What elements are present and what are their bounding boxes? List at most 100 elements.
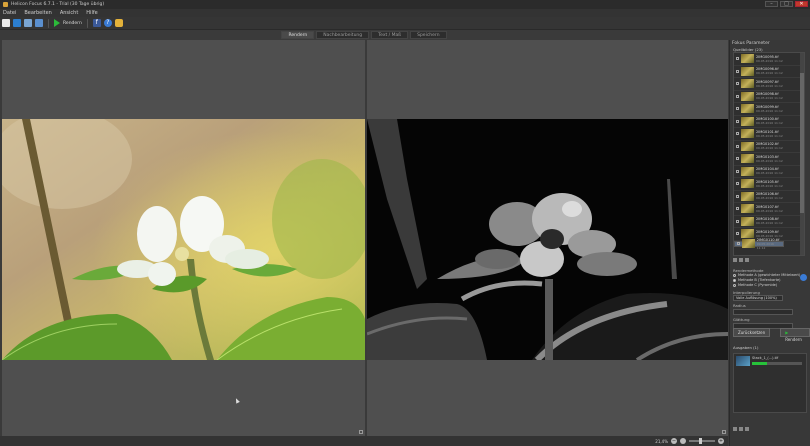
tab-text[interactable]: Text / Maß bbox=[371, 31, 409, 39]
window-title: Helicon Focus 6.7.1 - Trial (30 Tage übr… bbox=[11, 2, 105, 7]
include-checkbox[interactable] bbox=[736, 57, 739, 61]
stack-scroll-thumb[interactable] bbox=[800, 73, 804, 213]
tab-render[interactable]: Rendern bbox=[281, 31, 315, 39]
zoom-slider-knob[interactable] bbox=[699, 438, 702, 444]
stack-list-item[interactable]: 2IMG0100.tif 09.05.2016 11:12 bbox=[734, 116, 804, 128]
tab-postprocessing[interactable]: Nachbearbeitung bbox=[316, 31, 370, 39]
stack-list-item[interactable]: 2IMG0110.tif 09.05.2016 11:12 bbox=[734, 238, 784, 250]
close-button[interactable]: ✕ bbox=[795, 1, 808, 7]
zoom-out-button[interactable]: − bbox=[671, 438, 677, 444]
include-checkbox[interactable] bbox=[736, 107, 739, 111]
layout-icon[interactable] bbox=[24, 19, 32, 27]
status-bar: 21,4% − + bbox=[0, 436, 728, 446]
interpolation-select[interactable]: Volle Auflösung (100%) bbox=[733, 295, 783, 301]
output-item[interactable]: Stack_1_(...).tif bbox=[734, 354, 806, 368]
include-checkbox[interactable] bbox=[736, 144, 739, 148]
include-checkbox[interactable] bbox=[736, 207, 739, 211]
menu-file[interactable]: Datei bbox=[3, 10, 16, 16]
include-checkbox[interactable] bbox=[736, 132, 739, 136]
open-folder-icon[interactable] bbox=[13, 19, 21, 27]
fit-view-icon[interactable] bbox=[359, 430, 363, 434]
include-checkbox[interactable] bbox=[736, 82, 739, 86]
source-image-list[interactable]: 2IMG0095.tif 09.05.2016 11:12 2IMG0096.tif… bbox=[733, 52, 805, 256]
output-filename: Stack_1_(...).tif bbox=[752, 356, 779, 360]
radius-label: Radius bbox=[733, 303, 746, 308]
include-checkbox[interactable] bbox=[736, 232, 739, 236]
help-icon[interactable]: ? bbox=[103, 19, 112, 27]
menu-edit[interactable]: Bearbeiten bbox=[24, 10, 51, 16]
zoom-fit-button[interactable] bbox=[680, 438, 686, 444]
zoom-slider[interactable] bbox=[689, 438, 715, 444]
delete-output-icon[interactable] bbox=[745, 427, 749, 431]
render-play-icon[interactable] bbox=[54, 19, 60, 27]
radio-dot[interactable] bbox=[733, 274, 736, 277]
include-checkbox[interactable] bbox=[736, 219, 739, 223]
render-button[interactable]: ▶ Rendern bbox=[780, 328, 810, 342]
stack-list-item[interactable]: 2IMG0106.tif 09.05.2016 11:12 bbox=[734, 191, 804, 203]
image-thumbnail bbox=[741, 116, 754, 126]
image-thumbnail bbox=[741, 141, 754, 151]
stack-list-item[interactable]: 2IMG0096.tif 09.05.2016 11:12 bbox=[734, 66, 804, 78]
stack-list-item[interactable]: 2IMG0097.tif 09.05.2016 11:12 bbox=[734, 78, 804, 91]
key-icon[interactable] bbox=[114, 19, 123, 27]
include-checkbox[interactable] bbox=[736, 69, 739, 73]
remove-image-icon[interactable] bbox=[739, 258, 743, 262]
output-progress-fill bbox=[752, 362, 767, 365]
tab-save[interactable]: Speichern bbox=[410, 31, 447, 39]
maximize-button[interactable]: □ bbox=[780, 1, 793, 7]
method-help-icon[interactable] bbox=[800, 274, 807, 281]
file-date: 09.05.2016 11:12 bbox=[756, 71, 783, 76]
file-date: 09.05.2016 11:12 bbox=[756, 183, 783, 188]
facebook-icon[interactable]: f bbox=[92, 19, 101, 27]
render-method-group: Rendermethode Methode A (gewichteter Mit… bbox=[733, 266, 809, 329]
render-button-label: Rendern bbox=[785, 337, 802, 342]
include-checkbox[interactable] bbox=[737, 242, 740, 245]
include-checkbox[interactable] bbox=[736, 119, 739, 123]
split-view-icon[interactable] bbox=[35, 19, 43, 27]
new-document-icon[interactable] bbox=[2, 19, 10, 27]
fit-view-icon[interactable] bbox=[722, 430, 726, 434]
reset-button[interactable]: Zurücksetzen bbox=[733, 328, 771, 337]
smoothing-label: Glättung bbox=[733, 317, 750, 322]
save-output-icon[interactable] bbox=[733, 427, 737, 431]
file-date: 09.05.2016 11:12 bbox=[756, 196, 783, 201]
include-checkbox[interactable] bbox=[736, 169, 739, 173]
image-thumbnail bbox=[741, 166, 754, 176]
add-image-icon[interactable] bbox=[733, 258, 737, 262]
include-checkbox[interactable] bbox=[736, 94, 739, 98]
stack-list-item[interactable]: 2IMG0099.tif 09.05.2016 11:12 bbox=[734, 103, 804, 116]
zoom-in-button[interactable]: + bbox=[718, 438, 724, 444]
radio-dot[interactable] bbox=[733, 284, 736, 287]
menu-view[interactable]: Ansicht bbox=[60, 10, 78, 16]
stack-list-item[interactable]: 2IMG0098.tif 09.05.2016 11:12 bbox=[734, 91, 804, 103]
stack-list-item[interactable]: 2IMG0108.tif 09.05.2016 11:12 bbox=[734, 216, 804, 228]
stack-list-item[interactable]: 2IMG0107.tif 09.05.2016 11:12 bbox=[734, 203, 804, 216]
method-c-radio[interactable]: Methode C (Pyramide) bbox=[733, 283, 809, 288]
output-list[interactable]: Stack_1_(...).tif bbox=[733, 353, 807, 413]
file-date: 09.05.2016 11:12 bbox=[756, 241, 774, 250]
minimize-button[interactable]: – bbox=[765, 1, 778, 7]
stack-list-item[interactable]: 2IMG0104.tif 09.05.2016 11:12 bbox=[734, 166, 804, 178]
stack-list-item[interactable]: 2IMG0103.tif 09.05.2016 11:12 bbox=[734, 153, 804, 166]
app-icon bbox=[3, 2, 8, 7]
menu-help[interactable]: Hilfe bbox=[86, 10, 97, 16]
include-checkbox[interactable] bbox=[736, 182, 739, 186]
refresh-icon[interactable] bbox=[745, 258, 749, 262]
image-thumbnail bbox=[741, 216, 754, 226]
stack-list-item[interactable]: 2IMG0101.tif 09.05.2016 11:12 bbox=[734, 128, 804, 141]
stack-list-item[interactable]: 2IMG0095.tif 09.05.2016 11:12 bbox=[734, 53, 804, 66]
image-thumbnail bbox=[741, 204, 754, 214]
radio-dot[interactable] bbox=[733, 279, 736, 282]
include-checkbox[interactable] bbox=[736, 157, 739, 161]
title-bar: Helicon Focus 6.7.1 - Trial (30 Tage übr… bbox=[0, 0, 810, 9]
stack-list-item[interactable]: 2IMG0102.tif 09.05.2016 11:12 bbox=[734, 141, 804, 153]
open-output-icon[interactable] bbox=[739, 427, 743, 431]
source-image-pane[interactable] bbox=[2, 40, 365, 436]
depth-map-pane[interactable] bbox=[367, 40, 728, 436]
radius-slider[interactable] bbox=[733, 309, 793, 315]
stack-scrollbar[interactable] bbox=[800, 53, 804, 255]
menu-bar: Datei Bearbeiten Ansicht Hilfe bbox=[0, 9, 810, 17]
stack-list-item[interactable]: 2IMG0105.tif 09.05.2016 11:12 bbox=[734, 178, 804, 191]
include-checkbox[interactable] bbox=[736, 194, 739, 198]
render-label[interactable]: Rendern bbox=[63, 21, 82, 26]
